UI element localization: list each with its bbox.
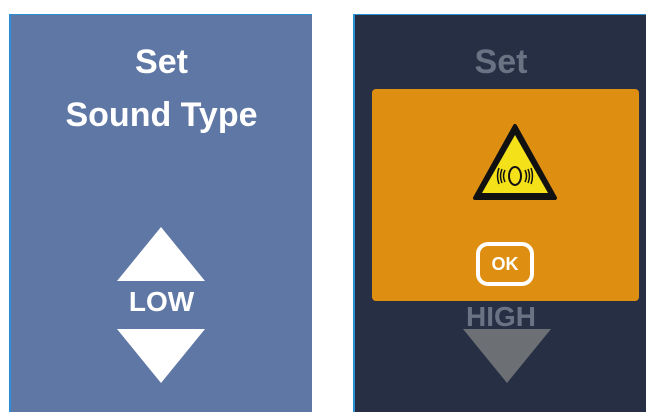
increase-arrow-button[interactable] (117, 227, 205, 281)
warning-dialog: OK (372, 89, 639, 301)
ok-button[interactable]: OK (476, 242, 534, 286)
sound-level-value: LOW (128, 286, 195, 317)
decrease-arrow-button (463, 329, 551, 383)
panel-title-line2: Sound Type (65, 96, 258, 134)
decrease-arrow-button[interactable] (117, 329, 205, 383)
sound-type-panel: Set Sound Type LOW (9, 14, 312, 412)
panel-title-line1: Set (135, 43, 188, 81)
hearing-warning-icon (473, 124, 557, 200)
panel-title-line1: Set (474, 43, 528, 81)
sound-warning-panel: Set HIGH OK (353, 14, 646, 412)
